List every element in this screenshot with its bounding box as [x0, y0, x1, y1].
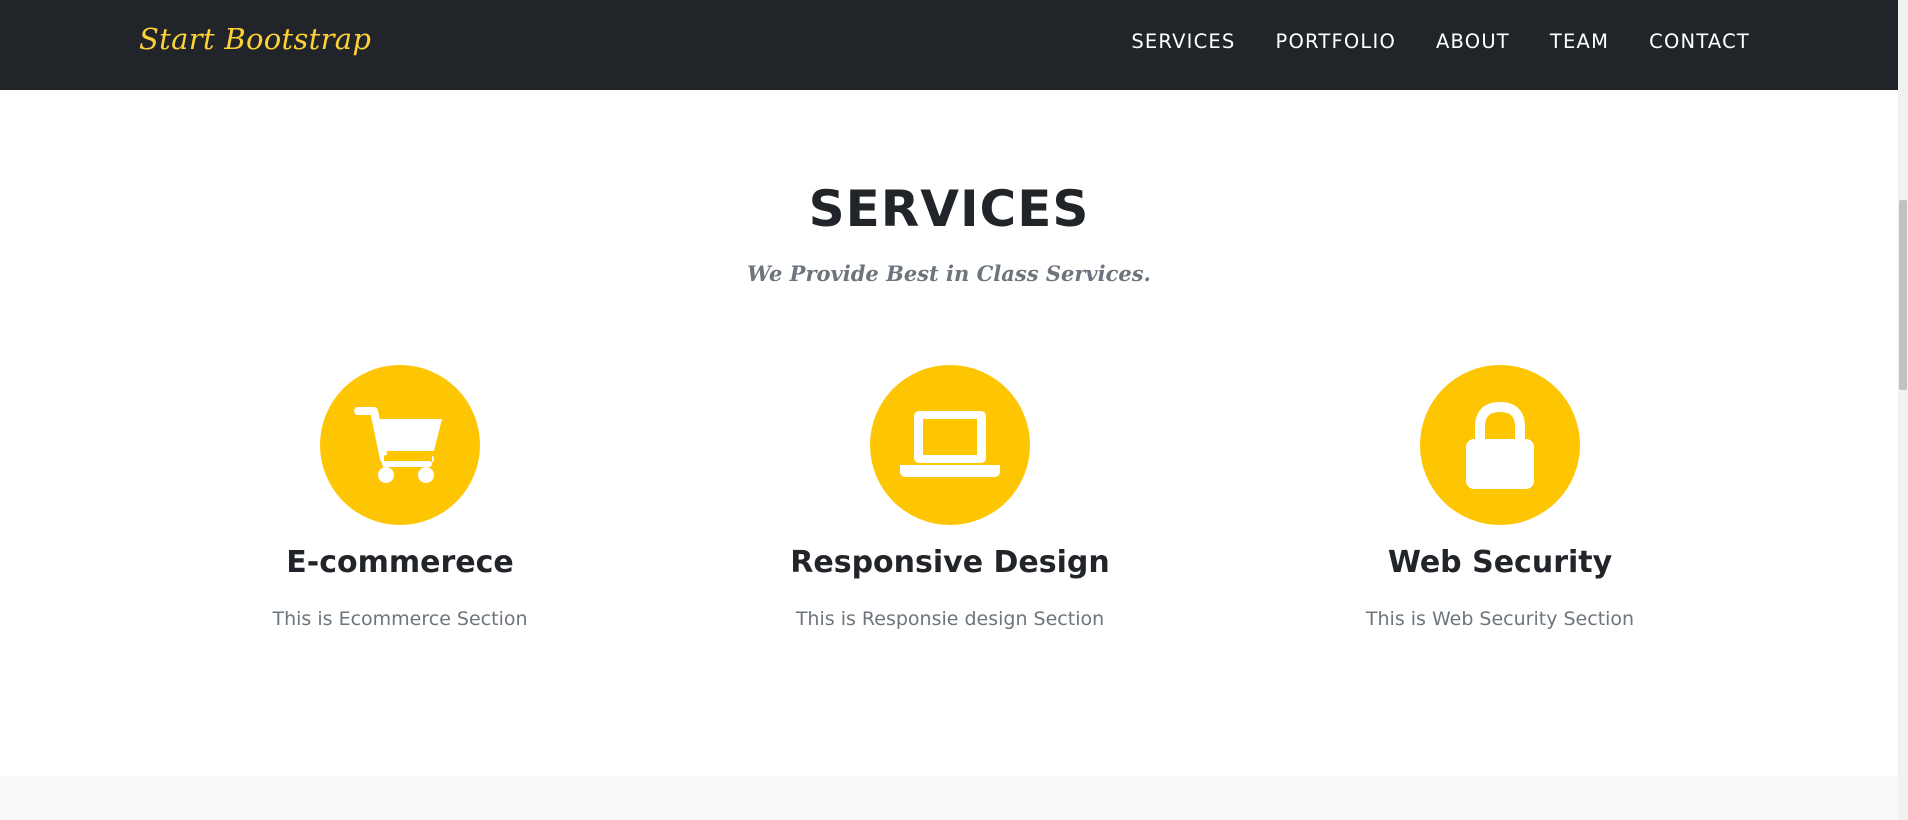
service-title: Web Security [1387, 545, 1613, 580]
nav-links: SERVICES PORTFOLIO ABOUT TEAM CONTACT [1131, 30, 1750, 53]
section-heading: SERVICES [808, 180, 1090, 238]
lock-icon [1466, 401, 1534, 489]
navbar: Start Bootstrap SERVICES PORTFOLIO ABOUT… [0, 0, 1898, 90]
nav-link-services[interactable]: SERVICES [1131, 30, 1235, 53]
service-text: This is Responsie design Section [795, 608, 1105, 630]
laptop-icon [900, 411, 1000, 477]
nav-link-contact[interactable]: CONTACT [1649, 30, 1750, 53]
service-title: E-commerece [286, 545, 514, 580]
nav-link-about[interactable]: ABOUT [1436, 30, 1510, 53]
shopping-cart-icon [354, 407, 442, 483]
page: Start Bootstrap SERVICES PORTFOLIO ABOUT… [0, 0, 1908, 820]
section-subheading: We Provide Best in Class Services. [747, 261, 1151, 286]
scrollbar-thumb[interactable] [1899, 200, 1907, 390]
nav-link-team[interactable]: TEAM [1550, 30, 1609, 53]
nav-link-portfolio[interactable]: PORTFOLIO [1276, 30, 1396, 53]
brand-logo[interactable]: Start Bootstrap [139, 22, 371, 56]
service-icon-circle [320, 365, 480, 525]
service-ecommerce: E-commerece This is Ecommerce Section [170, 365, 630, 630]
service-responsive-design: Responsive Design This is Responsie desi… [720, 365, 1180, 630]
scrollbar[interactable] [1898, 0, 1908, 820]
service-icon-circle [1420, 365, 1580, 525]
service-title: Responsive Design [790, 545, 1110, 580]
service-icon-circle [870, 365, 1030, 525]
service-text: This is Ecommerce Section [272, 608, 528, 630]
service-web-security: Web Security This is Web Security Sectio… [1270, 365, 1730, 630]
service-text: This is Web Security Section [1365, 608, 1635, 630]
next-section [0, 776, 1898, 820]
